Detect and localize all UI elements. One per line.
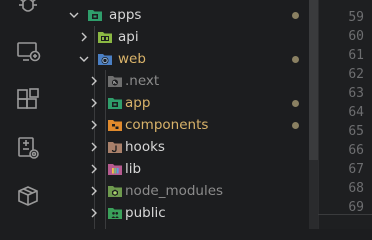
public-folder-icon	[107, 205, 123, 221]
modified-indicator	[292, 100, 299, 107]
chevron-right-icon[interactable]	[88, 97, 100, 109]
apps-folder-icon	[87, 7, 103, 23]
line-number: 65	[348, 124, 364, 139]
chevron-right-icon[interactable]	[78, 31, 90, 43]
tree-item-label: .next	[125, 73, 160, 89]
chevron-down-icon[interactable]	[78, 53, 90, 65]
tree-item-public[interactable]: public	[56, 202, 310, 224]
tree-item-label: hooks	[125, 139, 165, 155]
tree-item-web[interactable]: web	[56, 48, 310, 70]
tree-item-hooks[interactable]: hooks	[56, 136, 310, 158]
line-number: 66	[348, 143, 364, 158]
remote-explorer-icon[interactable]	[14, 38, 42, 66]
activity-bar	[0, 0, 56, 229]
next-folder-icon	[107, 73, 123, 89]
tree-item-apps[interactable]: apps	[56, 4, 310, 26]
chevron-right-icon[interactable]	[88, 207, 100, 219]
web-folder-icon	[97, 51, 113, 67]
line-number: 67	[348, 162, 364, 177]
chevron-right-icon[interactable]	[88, 119, 100, 131]
chevron-right-icon[interactable]	[88, 141, 100, 153]
divider	[318, 214, 372, 215]
tree-item-lib[interactable]: lib	[56, 158, 310, 180]
tree-item-node-modules[interactable]: node_modules	[56, 180, 310, 202]
line-number: 69	[348, 200, 364, 215]
tree-item-label: web	[118, 51, 146, 67]
chevron-right-icon[interactable]	[88, 163, 100, 175]
tree-item-api[interactable]: api	[56, 26, 310, 48]
api-folder-icon	[97, 29, 113, 45]
tree-item-label: lib	[125, 161, 142, 177]
components-folder-icon	[107, 117, 123, 133]
explorer-scrollbar[interactable]	[309, 0, 318, 160]
app-folder-icon	[107, 95, 123, 111]
file-explorer: apps api web .next app components hooks …	[56, 0, 310, 229]
line-number: 68	[348, 181, 364, 196]
extensions-icon[interactable]	[14, 86, 42, 114]
modified-indicator	[292, 56, 299, 63]
hooks-folder-icon	[107, 139, 123, 155]
lib-folder-icon	[107, 161, 123, 177]
editor-gutter: 59 60 61 62 63 64 65 66 67 68 69	[318, 0, 372, 229]
tree-item-components[interactable]: components	[56, 114, 310, 136]
line-number: 64	[348, 105, 364, 120]
line-number: 61	[348, 48, 364, 63]
tree-item-label: public	[125, 205, 166, 221]
tree-item-label: app	[125, 95, 151, 111]
tree-item-label: api	[118, 29, 139, 45]
chevron-right-icon[interactable]	[88, 75, 100, 87]
tree-item-label: node_modules	[125, 183, 224, 199]
tree-item-app[interactable]: app	[56, 92, 310, 114]
tree-item-label: components	[125, 117, 209, 133]
scrollbar-track[interactable]	[309, 160, 318, 229]
line-number: 60	[348, 29, 364, 44]
tree-item-next[interactable]: .next	[56, 70, 310, 92]
line-number: 62	[348, 67, 364, 82]
modified-indicator	[292, 12, 299, 19]
node-modules-folder-icon	[107, 183, 123, 199]
line-number: 63	[348, 86, 364, 101]
line-number: 59	[348, 10, 364, 25]
debug-icon[interactable]	[14, 0, 42, 20]
package-icon[interactable]	[14, 182, 42, 210]
testing-icon[interactable]	[14, 134, 42, 162]
modified-indicator	[292, 122, 299, 129]
tree-item-label: apps	[109, 7, 142, 23]
chevron-down-icon[interactable]	[68, 9, 80, 21]
chevron-right-icon[interactable]	[88, 185, 100, 197]
